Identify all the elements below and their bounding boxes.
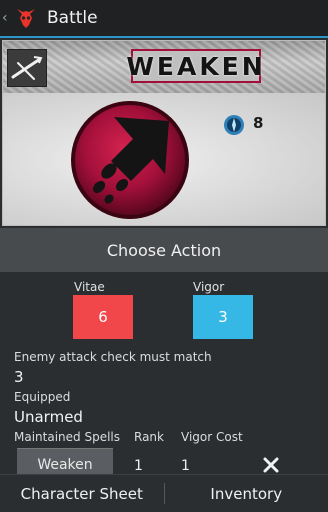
close-icon[interactable]	[262, 456, 280, 474]
rank-header: Rank	[134, 430, 164, 444]
equipped-label: Equipped	[14, 390, 71, 404]
choose-action-button[interactable]: Choose Action	[0, 228, 328, 272]
vigor-label: Vigor	[193, 280, 225, 294]
crossed-blade-icon	[7, 49, 47, 87]
vigor-value: 3	[218, 308, 228, 326]
tab-character-sheet[interactable]: Character Sheet	[0, 475, 164, 512]
vitae-label: Vitae	[74, 280, 105, 294]
equipped-value: Unarmed	[14, 408, 83, 426]
vitae-value: 6	[98, 308, 108, 326]
vigor-crest-icon	[224, 115, 244, 135]
page-title: Battle	[47, 8, 98, 28]
demon-skull-icon[interactable]	[14, 6, 38, 30]
action-bar: ‹ Battle	[0, 0, 328, 38]
bottom-tab-bar: Character Sheet Inventory	[0, 474, 328, 512]
vitae-value-box: 6	[73, 295, 133, 339]
maintained-spells-header: Maintained Spells	[14, 430, 120, 444]
enemy-check-value: 3	[14, 368, 24, 386]
maintained-spell-name: Weaken	[37, 456, 93, 473]
maintained-spell-cost: 1	[181, 458, 190, 474]
maintained-spell-rank: 1	[134, 458, 143, 474]
spell-card: WEAKEN 8	[2, 40, 326, 226]
enemy-check-label: Enemy attack check must match	[14, 350, 212, 364]
chevron-left-icon[interactable]: ‹	[2, 10, 12, 26]
vigor-value-box: 3	[193, 295, 253, 339]
spell-name-banner: WEAKEN	[126, 49, 263, 83]
rising-arrow-orb-icon	[71, 101, 189, 219]
vigor-cost-header: Vigor Cost	[181, 430, 243, 444]
tab-inventory[interactable]: Inventory	[165, 475, 328, 512]
spell-cost-value: 8	[253, 114, 264, 132]
spell-name: WEAKEN	[126, 51, 266, 81]
